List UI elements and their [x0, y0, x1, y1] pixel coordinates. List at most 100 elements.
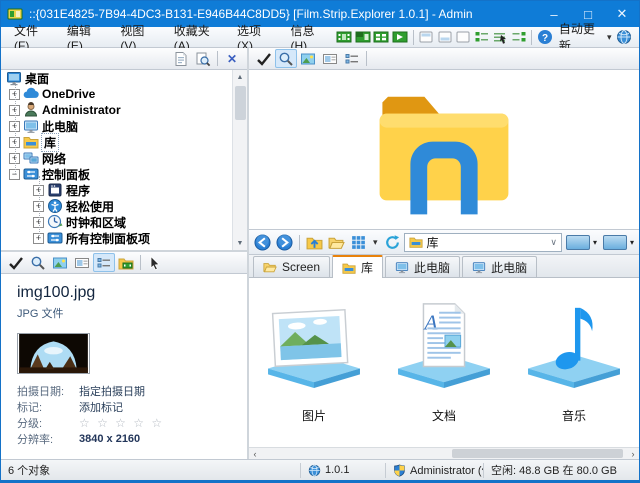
shield-icon: [393, 464, 406, 477]
auto-update-caret-icon[interactable]: ▾: [604, 32, 615, 43]
magnifier-icon[interactable]: [27, 253, 49, 272]
image-view-icon[interactable]: [297, 49, 319, 68]
tab-screen[interactable]: Screen: [253, 256, 330, 277]
slide-view-icon[interactable]: [319, 49, 341, 68]
picker-caret-icon[interactable]: ▾: [591, 238, 599, 247]
film-grid-icon[interactable]: [372, 28, 390, 46]
preview-thumbnail[interactable]: [17, 333, 90, 374]
film-folder-icon[interactable]: [354, 28, 372, 46]
tree-item-libraries[interactable]: + 库: [1, 134, 247, 150]
right-panel: ▾ 库 ∨ ▾ ▾ Screen: [249, 48, 639, 459]
desktop-icon: [6, 70, 22, 86]
address-combobox[interactable]: 库 ∨: [404, 233, 562, 252]
scroll-left-icon[interactable]: ‹: [249, 449, 261, 459]
pane-single-icon[interactable]: [454, 28, 472, 46]
list-view-icon[interactable]: [341, 49, 363, 68]
picker-caret-icon[interactable]: ▾: [628, 238, 636, 247]
view-grid-caret-icon[interactable]: ▾: [370, 237, 381, 248]
main-area: ✕ 桌面 + OneDrive + Administrator: [1, 48, 639, 459]
tab-libraries[interactable]: 库: [332, 255, 383, 278]
forward-button[interactable]: [274, 232, 295, 253]
up-folder-button[interactable]: [304, 232, 325, 253]
library-item-pictures[interactable]: 图片: [250, 300, 378, 424]
library-item-music[interactable]: 音乐: [510, 300, 638, 424]
background-picker-2[interactable]: [603, 235, 627, 250]
thumbnail-view-icon[interactable]: [335, 28, 353, 46]
meta-row-rating: 分级: ☆ ☆ ☆ ☆ ☆: [17, 415, 239, 431]
folder-film-icon[interactable]: [115, 253, 137, 272]
scroll-thumb[interactable]: [452, 449, 624, 458]
tree-scrollbar[interactable]: ▲ ▼: [232, 70, 247, 250]
scroll-right-icon[interactable]: ›: [627, 449, 639, 459]
meta-row-date: 拍摄日期: 指定拍摄日期: [17, 383, 239, 399]
tree-item-programs[interactable]: + 程序: [1, 182, 247, 198]
help-icon[interactable]: [536, 28, 554, 46]
meta-tags-value[interactable]: 添加标记: [79, 399, 123, 415]
address-dropdown-icon[interactable]: ∨: [550, 237, 557, 248]
status-version: 1.0.1: [301, 463, 386, 478]
open-folder-button[interactable]: [326, 232, 347, 253]
tree-guide: [15, 82, 16, 174]
menu-info[interactable]: 信息 (H): [281, 27, 335, 47]
image-view-icon[interactable]: [49, 253, 71, 272]
tree-item-control-panel[interactable]: − 控制面板: [1, 166, 247, 182]
folder-tree: 桌面 + OneDrive + Administrator + 此电脑: [1, 70, 247, 252]
tab-this-pc-2[interactable]: 此电脑: [462, 256, 537, 277]
network-icon: [23, 150, 39, 166]
view-grid-button[interactable]: [348, 232, 369, 253]
preview-toolbar: [1, 252, 247, 274]
slideshow-icon[interactable]: [391, 28, 409, 46]
layout-list-right-icon[interactable]: [510, 28, 528, 46]
scroll-up-icon[interactable]: ▲: [233, 70, 247, 84]
toolbar-separator: [140, 255, 141, 270]
pane-bottom-icon[interactable]: [436, 28, 454, 46]
meta-date-value[interactable]: 指定拍摄日期: [79, 383, 145, 399]
viewer-toolbar: [249, 48, 639, 70]
check-icon[interactable]: [253, 49, 275, 68]
computer-icon: [395, 260, 409, 274]
menu-favorites[interactable]: 收藏夹 (A): [165, 27, 228, 47]
tree-item-network[interactable]: + 网络: [1, 150, 247, 166]
user-icon: [23, 102, 39, 118]
tree-item-clock-region[interactable]: + 时钟和区域: [1, 214, 247, 230]
check-icon[interactable]: [5, 253, 27, 272]
tab-this-pc-1[interactable]: 此电脑: [385, 256, 460, 277]
menu-file[interactable]: 文件 (F): [5, 27, 58, 47]
library-item-documents[interactable]: 文档: [380, 300, 508, 424]
preview-filetype: JPG 文件: [17, 305, 239, 321]
tree-item-administrator[interactable]: + Administrator: [1, 102, 247, 118]
file-preview-pane: img100.jpg JPG 文件 拍摄日期: 指定拍摄日期 标记: 添加标记 …: [1, 274, 247, 459]
new-document-icon[interactable]: [170, 49, 192, 68]
app-icon: [7, 6, 23, 22]
tree-item-this-pc[interactable]: + 此电脑: [1, 118, 247, 134]
layout-cursor-icon[interactable]: [491, 28, 509, 46]
horizontal-scrollbar[interactable]: ‹ ›: [249, 447, 639, 459]
menu-view[interactable]: 视图 (V): [111, 27, 164, 47]
tree-item-all-control-panel-items[interactable]: + 所有控制面板项: [1, 230, 247, 246]
clock-icon: [47, 214, 63, 230]
documents-library-icon: [393, 300, 495, 390]
scroll-thumb[interactable]: [235, 86, 246, 120]
background-picker-1[interactable]: [566, 235, 590, 250]
tree-item-ease-of-access[interactable]: + 轻松使用: [1, 198, 247, 214]
menu-edit[interactable]: 编辑 (E): [58, 27, 111, 47]
pane-top-icon[interactable]: [417, 28, 435, 46]
tree-item-onedrive[interactable]: + OneDrive: [1, 86, 247, 102]
status-disk-space: 空闲: 48.8 GB 在 80.0 GB: [484, 463, 639, 478]
refresh-button[interactable]: [382, 232, 403, 253]
back-button[interactable]: [252, 232, 273, 253]
menu-options[interactable]: 选项 (X): [228, 27, 281, 47]
rating-stars[interactable]: ☆ ☆ ☆ ☆ ☆: [79, 416, 164, 430]
globe-icon[interactable]: [615, 28, 633, 46]
scroll-down-icon[interactable]: ▼: [233, 236, 247, 250]
layout-list-left-icon[interactable]: [473, 28, 491, 46]
search-tree-icon[interactable]: [192, 49, 214, 68]
library-icon: [342, 261, 356, 275]
close-panel-icon[interactable]: ✕: [221, 49, 243, 68]
slide-view-icon[interactable]: [71, 253, 93, 272]
magnifier-icon[interactable]: [275, 49, 297, 68]
pointer-icon[interactable]: [144, 253, 166, 272]
address-bar: ▾ 库 ∨ ▾ ▾: [249, 230, 639, 255]
tree-item-desktop[interactable]: 桌面: [1, 70, 247, 86]
list-view-icon[interactable]: [93, 253, 115, 272]
